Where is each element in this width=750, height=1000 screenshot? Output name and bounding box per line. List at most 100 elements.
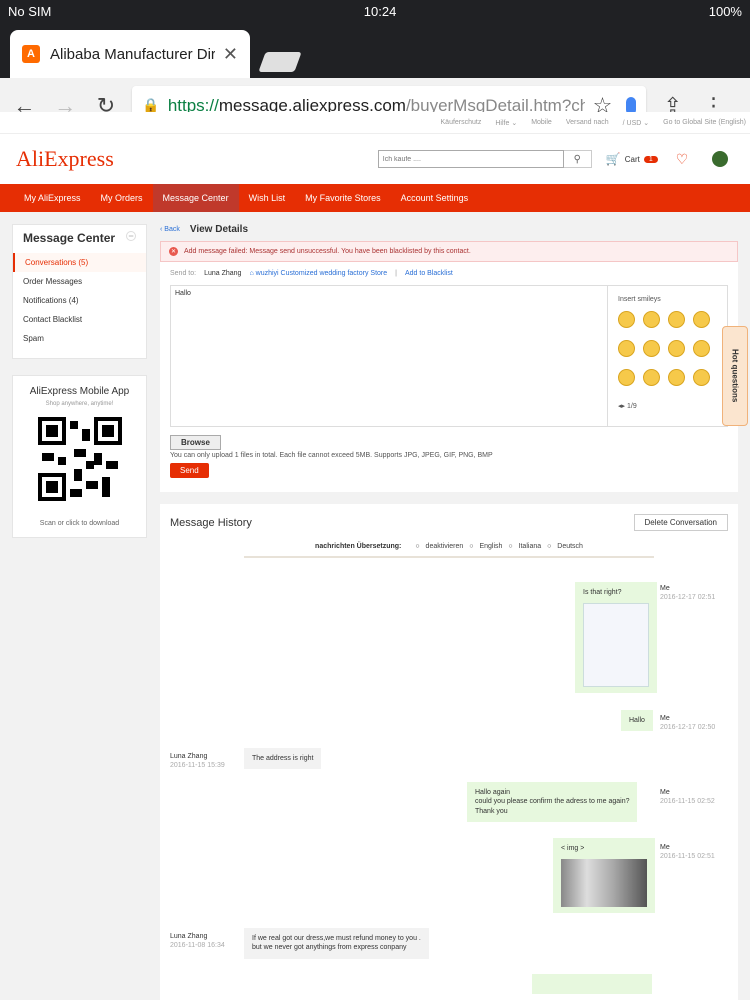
mobile-link[interactable]: Mobile [531,119,552,126]
send-button[interactable]: Send [170,463,209,478]
smiley-icon[interactable] [643,369,660,386]
nav-wish-list[interactable]: Wish List [239,184,296,212]
smiley-icon[interactable] [618,311,635,328]
main-content: ‹ Back View Details ✕ Add message failed… [160,224,738,1000]
smileys-panel: Insert smileys ◂▸ 1/9 [607,286,727,426]
smiley-icon[interactable] [668,340,685,357]
message-sender: Luna Zhang [170,933,208,940]
store-name: wuzhiyi Customized wedding factory Store [255,270,388,277]
smiley-icon[interactable] [693,369,710,386]
message-sender: Me [660,715,670,722]
wishlist-heart-icon[interactable]: ♡ [676,151,689,168]
search-input[interactable] [377,150,564,168]
message-meta: Me 2016-11-15 02:52 [660,788,715,806]
message-sender: Me [660,789,670,796]
page-title: View Details [189,224,249,235]
app-download-text[interactable]: Scan or click to download [23,520,136,527]
message-time: 2016-11-15 02:51 [660,853,715,861]
translation-option-english[interactable]: ○ English [469,543,502,550]
sidebar-item-contact-blacklist[interactable]: Contact Blacklist [13,310,146,329]
translation-option-deutsch[interactable]: ○ Deutsch [547,543,583,550]
smiley-icon[interactable] [668,369,685,386]
option-label: English [479,543,503,550]
cart-icon: 🛒 [605,152,621,166]
close-tab-icon[interactable]: ✕ [223,44,238,65]
qr-code-icon[interactable] [37,417,122,501]
message-sender: Me [660,585,670,592]
smileys-page: 1/9 [626,403,637,410]
browse-button[interactable]: Browse [170,435,221,450]
browser-tab[interactable]: A Alibaba Manufacturer Direct ✕ [10,30,250,78]
sidebar-item-notifications[interactable]: Notifications (4) [13,291,146,310]
main-nav: My AliExpress My Orders Message Center W… [0,184,750,212]
translation-option-off[interactable]: ○ deaktivieren [415,543,463,550]
message-text: < img > [561,845,585,852]
message-bubble: Is that right? [575,582,657,694]
message-time: 2016-12-17 02:50 [660,724,716,732]
store-link[interactable]: ⌂ wuzhiyi Customized wedding factory Sto… [249,270,387,277]
nav-favorite-stores[interactable]: My Favorite Stores [295,184,391,212]
smiley-icon[interactable] [618,369,635,386]
app-title: AliExpress Mobile App [29,386,130,397]
nav-message-center[interactable]: Message Center [152,184,239,212]
message-history: Message History Delete Conversation nach… [160,504,738,1000]
message-time: 2016-12-17 02:51 [660,594,716,602]
status-bar: No SIM 10:24 100% [0,0,750,22]
translation-option-italiana[interactable]: ○ Italiana [508,543,541,550]
screenshot-thumbnail[interactable] [583,603,649,688]
message-sender: Me [660,844,670,851]
smiley-icon[interactable] [643,311,660,328]
message-time: 2016-11-08 16:34 [170,942,225,950]
add-to-blacklist-link[interactable]: Add to Blacklist [405,270,453,277]
new-tab-button[interactable] [258,52,302,72]
smiley-icon[interactable] [643,340,660,357]
smiley-icon[interactable] [668,311,685,328]
smileys-label: Insert smileys [618,296,661,303]
aliexpress-logo[interactable]: AliExpress [16,146,114,172]
sidebar-item-order-messages[interactable]: Order Messages [13,272,146,291]
message-out: Is that right? [575,582,657,694]
avatar[interactable] [712,151,729,167]
delete-conversation-button[interactable]: Delete Conversation [633,514,728,531]
message-center-box: Message Center − Conversations (5) Order … [12,224,147,359]
error-banner: ✕ Add message failed: Message send unsuc… [160,241,738,262]
message-out: < img > [553,838,655,914]
sidebar-item-spam[interactable]: Spam [13,329,146,348]
message-text: Is that right? [583,589,622,596]
ship-to-link[interactable]: Versand nach [566,119,609,126]
smiley-icon[interactable] [693,340,710,357]
cart-link[interactable]: 🛒 Cart 1 [606,152,658,166]
message-bubble: Hallo [621,710,653,732]
translation-label: nachrichten Übersetzung: [315,543,402,550]
cart-count-badge: 1 [643,155,658,163]
send-to-label: Send to: [170,270,197,277]
currency-link[interactable]: / USD ⌄ [623,119,649,127]
buyer-protection-link[interactable]: Käuferschutz [441,119,482,126]
carrier: No SIM [8,3,52,19]
image-thumbnail[interactable] [561,859,647,908]
nav-my-orders[interactable]: My Orders [91,184,153,212]
message-out: Hallo [621,710,653,732]
smileys-grid [618,311,717,386]
collapse-icon[interactable]: − [126,231,136,241]
sidebar-item-conversations[interactable]: Conversations (5) [13,253,146,272]
hot-questions-tab[interactable]: Hot questions [722,326,748,426]
message-meta: Luna Zhang 2016-11-15 15:39 [170,752,225,770]
search-icon[interactable]: ⚲ [563,150,592,168]
history-title: Message History [170,516,252,529]
message-sender: Luna Zhang [170,753,208,760]
cart-label: Cart [624,154,640,164]
message-meta: Me 2016-12-17 02:50 [660,714,715,732]
smiley-icon[interactable] [693,311,710,328]
help-link[interactable]: Hilfe ⌄ [495,119,517,127]
smiley-icon[interactable] [618,340,635,357]
message-time: 2016-11-15 02:52 [660,798,715,806]
option-label: Deutsch [557,543,583,550]
message-textarea[interactable]: Hallo [171,286,607,426]
message-out: Hallo again could you please confirm the… [467,782,638,823]
nav-my-aliexpress[interactable]: My AliExpress [14,184,91,212]
back-link[interactable]: ‹ Back [160,226,180,233]
nav-account-settings[interactable]: Account Settings [391,184,479,212]
smileys-pager[interactable]: ◂▸ 1/9 [618,402,717,410]
global-site-link[interactable]: Go to Global Site (English) [663,119,746,126]
